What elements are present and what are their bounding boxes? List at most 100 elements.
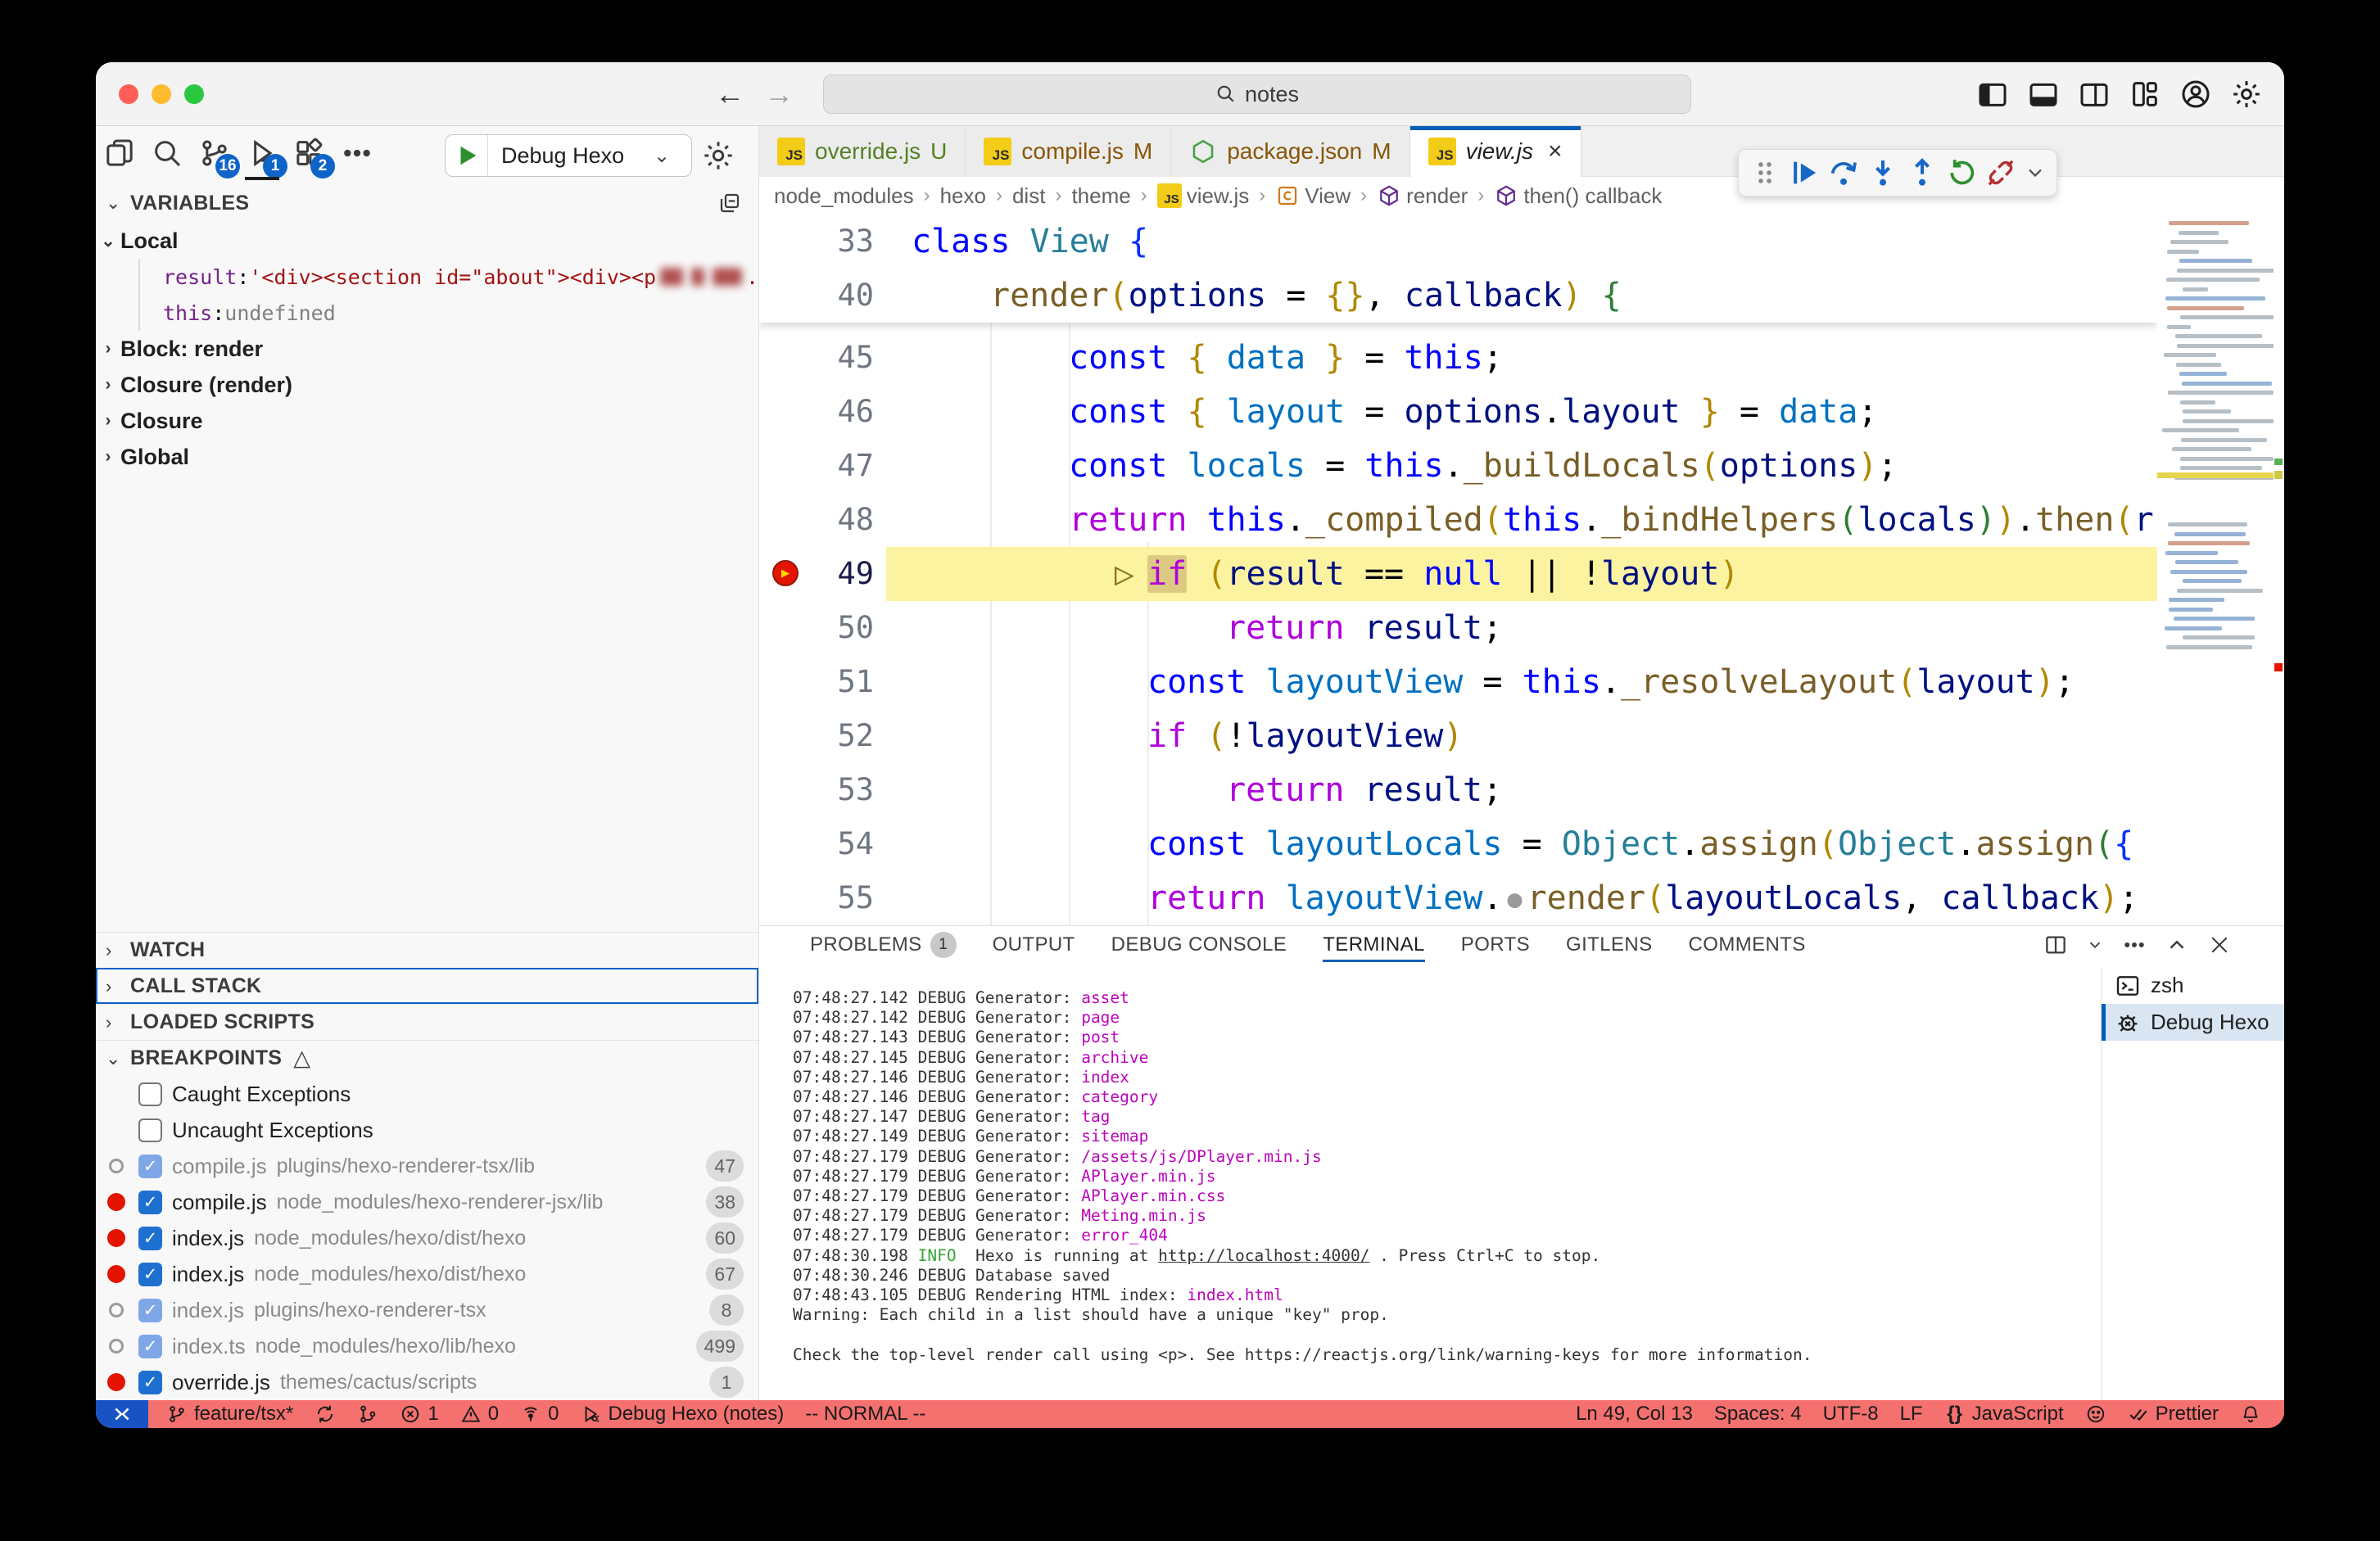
checkbox-checked[interactable]: ✓ (138, 1335, 162, 1358)
panel-tab-problems[interactable]: PROBLEMS1 (792, 926, 975, 964)
status-item-debug-hexo-notes-[interactable]: Debug Hexo (notes) (580, 1403, 784, 1426)
close-icon[interactable]: × (1548, 138, 1563, 165)
scope-closure-render-[interactable]: ›Closure (render) (96, 367, 758, 403)
restart-icon[interactable] (1945, 156, 1978, 189)
checkbox-unchecked[interactable]: ✓ (138, 1118, 162, 1142)
close-window-button[interactable] (119, 84, 138, 104)
status-item-utf-8[interactable]: UTF-8 (1823, 1403, 1879, 1426)
activity-item-source-control-icon[interactable]: 16 (191, 129, 238, 180)
command-center-search[interactable]: notes (823, 75, 1691, 114)
close-icon[interactable] (2207, 933, 2232, 957)
toggle-secondary-sidebar-icon[interactable] (2078, 78, 2111, 111)
breakpoint-row[interactable]: ✓index.jsplugins/hexo-renderer-tsx8 (96, 1292, 758, 1328)
toggle-panel-icon[interactable] (2027, 78, 2060, 111)
chevron-up-icon[interactable] (2165, 933, 2189, 957)
scope-local[interactable]: ⌄Local (96, 223, 758, 259)
step-over-icon[interactable] (1827, 156, 1860, 189)
status-item[interactable] (2085, 1403, 2106, 1425)
chevron-down-icon[interactable] (2024, 156, 2047, 189)
minimap[interactable] (2157, 215, 2274, 925)
status-item-prettier[interactable]: Prettier (2128, 1403, 2219, 1426)
continue-icon[interactable] (1788, 156, 1821, 189)
variable-row[interactable]: this: undefined (138, 295, 758, 331)
code-line-51[interactable]: 51const layoutView = this._resolveLayout… (759, 655, 2157, 709)
status-item[interactable] (357, 1403, 378, 1425)
breakpoint-row[interactable]: ✓index.jsnode_modules/hexo/dist/hexo60 (96, 1220, 758, 1256)
breakpoint-row[interactable]: ✓compile.jsplugins/hexo-renderer-tsx/lib… (96, 1148, 758, 1184)
launch-config-dropdown[interactable]: Debug Hexo ⌄ (445, 134, 692, 177)
terminal-output[interactable]: 07:48:27.142 DEBUG Generator: asset07:48… (793, 988, 2087, 1365)
code-line-55[interactable]: 55return layoutView.●render(layoutLocals… (759, 871, 2157, 925)
account-icon[interactable] (2179, 78, 2212, 111)
tab-view.js[interactable]: JSview.js× (1410, 126, 1581, 177)
code-line-54[interactable]: 54const layoutLocals = Object.assign(Obj… (759, 817, 2157, 871)
status-item-0[interactable]: 0 (520, 1403, 559, 1426)
section-header-breakpoints[interactable]: ⌄BREAKPOINTS△ (96, 1040, 758, 1076)
terminal-list-item-zsh[interactable]: zsh (2102, 967, 2284, 1004)
step-into-icon[interactable] (1866, 156, 1899, 189)
breakpoint-row[interactable]: ✓override.jsthemes/cactus/scripts1 (96, 1364, 758, 1400)
breadcrumb-item[interactable]: node_modules (774, 183, 914, 209)
status-item-0[interactable]: 0 (460, 1403, 499, 1426)
customize-layout-icon[interactable] (2129, 78, 2161, 111)
forward-icon[interactable]: → (761, 77, 797, 111)
breadcrumb-item[interactable]: View (1275, 183, 1351, 209)
code-line-53[interactable]: 53return result; (759, 763, 2157, 817)
activity-item-explorer-icon[interactable] (96, 129, 143, 180)
panel-tab-output[interactable]: OUTPUT (975, 926, 1093, 964)
breadcrumb-item[interactable]: theme (1071, 183, 1130, 209)
panel-tab-terminal[interactable]: TERMINAL (1305, 926, 1443, 964)
checkbox-checked[interactable]: ✓ (138, 1191, 162, 1214)
status-item[interactable] (2240, 1403, 2261, 1425)
code-line-49[interactable]: ▶49▷if (result == null || !layout) (759, 547, 2157, 601)
activity-item-run-debug-icon[interactable]: 1 (238, 129, 286, 180)
panel-tab-ports[interactable]: PORTS (1443, 926, 1548, 964)
breakpoint-row[interactable]: ✓compile.jsnode_modules/hexo-renderer-js… (96, 1184, 758, 1220)
scope-closure[interactable]: ›Closure (96, 403, 758, 439)
code-line-40[interactable]: 40render(options = {}, callback) { (759, 269, 2157, 323)
status-item[interactable] (314, 1403, 336, 1425)
terminal-list-item-Debug Hexo[interactable]: Debug Hexo (2102, 1004, 2284, 1041)
code-line-47[interactable]: 47const locals = this._buildLocals(optio… (759, 439, 2157, 493)
status-item--normal-[interactable]: -- NORMAL -- (805, 1403, 925, 1426)
start-debug-icon[interactable] (446, 135, 488, 176)
status-item-spaces-4[interactable]: Spaces: 4 (1714, 1403, 1802, 1426)
breadcrumb-item[interactable]: JSview.js (1157, 183, 1250, 209)
scope-global[interactable]: ›Global (96, 439, 758, 475)
status-item-ln-49-col-13[interactable]: Ln 49, Col 13 (1576, 1403, 1693, 1426)
code-line-52[interactable]: 52if (!layoutView) (759, 709, 2157, 763)
checkbox-checked[interactable]: ✓ (138, 1263, 162, 1286)
checkbox-checked[interactable]: ✓ (138, 1299, 162, 1322)
settings-gear-icon[interactable] (2230, 78, 2263, 111)
status-item-1[interactable]: 1 (400, 1403, 438, 1426)
breadcrumb-item[interactable]: render (1377, 183, 1468, 209)
disconnect-icon[interactable] (1984, 156, 2017, 189)
tab-override.js[interactable]: JSoverride.jsU (759, 126, 966, 177)
tab-compile.js[interactable]: JScompile.jsM (966, 126, 1171, 177)
code-line-48[interactable]: 48return this._compiled(this._bindHelper… (759, 493, 2157, 547)
ellipsis-icon[interactable] (2122, 933, 2147, 957)
tab-package.json[interactable]: package.jsonM (1171, 126, 1409, 177)
section-header-callstack[interactable]: ›CALL STACK (96, 968, 758, 1004)
panel-tab-debug-console[interactable]: DEBUG CONSOLE (1093, 926, 1305, 964)
status-item-javascript[interactable]: {}JavaScript (1944, 1403, 2064, 1426)
checkbox-checked[interactable]: ✓ (138, 1227, 162, 1250)
code-editor[interactable]: 45const { data } = this;46const { layout… (759, 215, 2157, 925)
checkbox-unchecked[interactable]: ✓ (138, 1082, 162, 1106)
drag-handle-icon[interactable] (1749, 156, 1781, 189)
panel-tab-comments[interactable]: COMMENTS (1671, 926, 1824, 964)
code-line-46[interactable]: 46const { layout = options.layout } = da… (759, 385, 2157, 439)
split-terminal-icon[interactable] (2043, 933, 2068, 957)
scope-block-render[interactable]: ›Block: render (96, 331, 758, 367)
variable-row[interactable]: result: '<div><section id="about"><div><… (138, 259, 758, 295)
step-out-icon[interactable] (1906, 156, 1939, 189)
breadcrumb-item[interactable]: dist (1012, 183, 1045, 209)
breadcrumb-item[interactable]: then() callback (1494, 183, 1662, 209)
activity-item-search-icon[interactable] (143, 129, 191, 180)
checkbox-checked[interactable]: ✓ (138, 1155, 162, 1178)
code-line-33[interactable]: 33class View { (759, 215, 2157, 269)
activity-item-extensions-icon[interactable]: 2 (286, 129, 333, 180)
status-item-lf[interactable]: LF (1900, 1403, 1923, 1426)
section-header-loaded[interactable]: ›LOADED SCRIPTS (96, 1004, 758, 1040)
code-line-45[interactable]: 45const { data } = this; (759, 331, 2157, 385)
